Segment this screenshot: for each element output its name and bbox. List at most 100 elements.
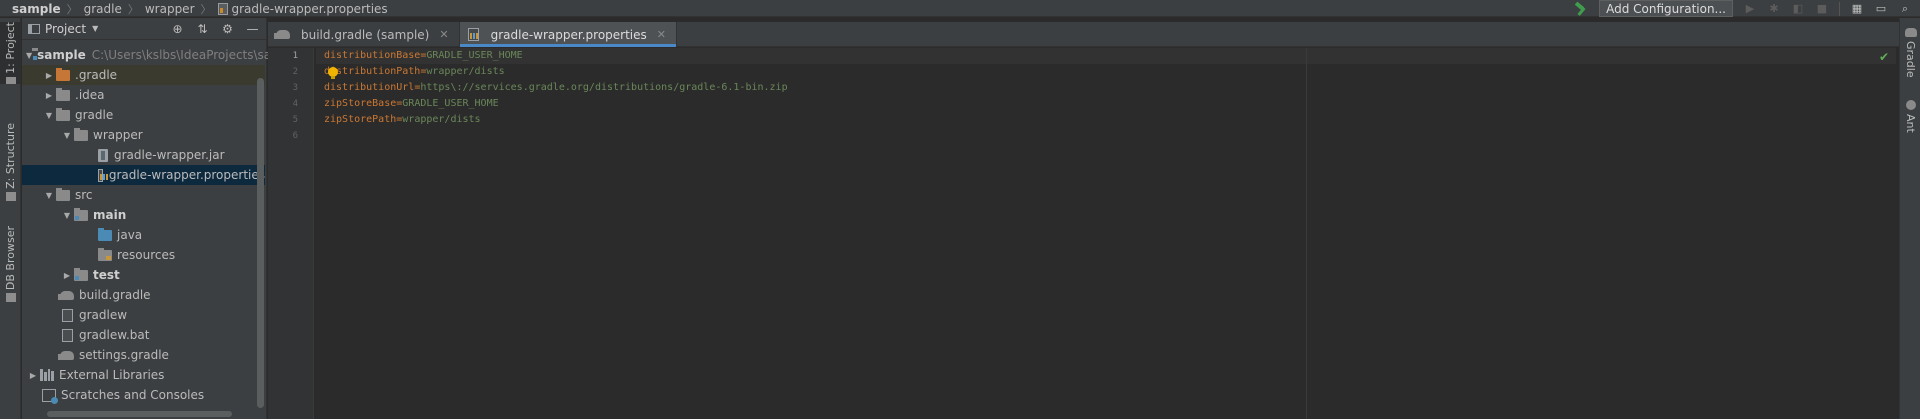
add-configuration-button[interactable]: Add Configuration... [1599,0,1733,17]
tree-node-test[interactable]: ▶ test [22,265,265,285]
breadcrumb: sample 〉 gradle 〉 wrapper 〉 gradle-wrapp… [12,0,388,17]
tool-tab-project[interactable]: 1: Project [0,22,21,84]
code-editor[interactable]: 1 2 3 4 5 6 distributionBase=GRADLE_USER… [268,48,1899,419]
project-view-selector[interactable]: Project [45,22,86,36]
code-line[interactable]: zipStoreBase=GRADLE_USER_HOME [316,96,1896,112]
project-tree: ▼ sample C:\Users\kslbs\IdeaProjects\sam… [22,45,301,405]
tree-node-external-libraries[interactable]: ▶ External Libraries [22,365,265,385]
editor-tab-bar: build.gradle (sample) ✕ gradle-wrapper.p… [268,22,1899,47]
expand-arrow-icon[interactable]: ▼ [60,211,74,220]
tree-node-sample[interactable]: ▼ sample C:\Users\kslbs\IdeaProjects\sam… [22,45,301,65]
properties-file-icon [217,2,228,15]
collapsed-arrow-icon[interactable]: ▶ [26,371,40,380]
tree-node-gradle-wrapper-jar[interactable]: gradle-wrapper.jar [22,145,265,165]
horizontal-scrollbar[interactable] [47,411,232,417]
breadcrumb-item-file[interactable]: gradle-wrapper.properties [217,2,388,16]
tool-tab-label: 1: Project [4,22,17,74]
db-icon [5,293,16,303]
breadcrumb-separator-icon: 〉 [200,2,212,16]
code-line[interactable]: distributionBase=GRADLE_USER_HOME [316,48,1896,64]
search-everywhere-icon[interactable]: ⌕ [1898,2,1912,16]
tab-gradle-wrapper-properties[interactable]: gradle-wrapper.properties ✕ [459,22,677,47]
tree-node-main[interactable]: ▼ main [22,205,265,225]
tool-tab-ant[interactable]: Ant [1900,100,1920,133]
inspection-ok-check-icon[interactable]: ✔ [1879,50,1889,64]
project-panel-header: Project ▼ ⊕ ⇅ ⚙ — [22,18,266,40]
tree-node-settings-gradle[interactable]: settings.gradle [22,345,265,365]
ant-icon [1905,100,1916,110]
breadcrumb-label: sample [12,1,61,16]
line-number: 2 [292,67,298,77]
file-icon [62,308,73,322]
tree-node-label: build.gradle [79,288,151,302]
tree-node-dot-idea[interactable]: ▶ .idea [22,85,265,105]
breadcrumb-item-sample[interactable]: sample [12,2,61,16]
settings-gear-icon[interactable]: ⚙ [220,21,235,36]
close-icon[interactable]: ✕ [439,28,448,41]
collapsed-arrow-icon[interactable]: ▶ [42,71,56,80]
tree-node-java[interactable]: java [22,225,265,245]
tree-node-wrapper[interactable]: ▼ wrapper [22,125,265,145]
debug-icon[interactable]: ✱ [1767,2,1781,16]
tool-tab-structure[interactable]: Z: Structure [0,114,21,210]
expand-arrow-icon[interactable]: ▼ [26,51,32,60]
close-icon[interactable]: ✕ [657,28,666,41]
chevron-down-icon[interactable]: ▼ [92,24,98,33]
breadcrumb-item-gradle[interactable]: gradle [84,2,122,16]
tree-node-build-gradle[interactable]: build.gradle [22,285,265,305]
code-line[interactable]: zipStorePath=wrapper/dists [316,112,1896,128]
build-hammer-icon[interactable] [1573,2,1589,16]
tree-node-label: settings.gradle [79,348,169,362]
tree-node-src[interactable]: ▼ src [22,185,265,205]
tree-node-gradlew-bat[interactable]: gradlew.bat [22,325,265,345]
expand-arrow-icon[interactable]: ▼ [42,111,56,120]
code-line[interactable] [316,128,1896,144]
tree-node-label: gradle-wrapper.jar [114,148,225,162]
libraries-icon [40,369,54,381]
stop-icon[interactable]: ■ [1815,2,1829,16]
sdk-icon[interactable]: ▭ [1874,2,1888,16]
intention-bulb-icon[interactable] [327,67,339,80]
collapsed-arrow-icon[interactable]: ▶ [60,271,74,280]
tree-node-label: resources [117,248,176,262]
project-structure-icon[interactable]: ▦ [1850,2,1864,16]
breadcrumb-item-wrapper[interactable]: wrapper [145,2,195,16]
tree-node-scratches[interactable]: Scratches and Consoles [22,385,265,405]
hide-icon[interactable]: — [245,21,260,36]
code-line[interactable]: distributionPath=wrapper/dists [316,64,1896,80]
folder-icon [56,107,70,121]
tool-tab-label: Gradle [1904,41,1917,78]
tool-tab-gradle[interactable]: Gradle [1900,28,1920,78]
line-number: 4 [292,99,298,109]
collapsed-arrow-icon[interactable]: ▶ [42,91,56,100]
line-number-gutter: 1 2 3 4 5 6 [268,48,314,419]
structure-icon [5,191,16,201]
locate-icon[interactable]: ⊕ [170,21,185,36]
property-key: distributionBase [324,50,421,61]
tree-node-gradle-wrapper-properties[interactable]: gradle-wrapper.properties [22,165,265,185]
project-icon [5,76,16,84]
tree-node-label: test [93,268,120,282]
collapse-all-icon[interactable]: ⇅ [195,21,210,36]
run-icon[interactable]: ▶ [1743,2,1757,16]
tree-node-resources[interactable]: resources [22,245,265,265]
tree-node-dot-gradle[interactable]: ▶ .gradle [22,65,265,85]
property-value: wrapper/dists [426,66,505,77]
property-key: zipStorePath [324,114,397,125]
tree-node-label: wrapper [93,128,143,142]
coverage-icon[interactable]: ◧ [1791,2,1805,16]
properties-file-icon [98,168,103,182]
tool-tab-db-browser[interactable]: DB Browser [0,218,21,310]
tree-node-label: gradle [75,108,114,122]
tab-build-gradle[interactable]: build.gradle (sample) ✕ [268,22,460,47]
vertical-scrollbar[interactable] [257,78,264,408]
tree-node-gradle[interactable]: ▼ gradle [22,105,265,125]
tool-tab-label: Ant [1904,114,1917,133]
code-line[interactable]: distributionUrl=https\://services.gradle… [316,80,1896,96]
expand-arrow-icon[interactable]: ▼ [60,131,74,140]
gradle-icon [58,350,74,360]
tree-node-gradlew[interactable]: gradlew [22,305,265,325]
navigation-bar: sample 〉 gradle 〉 wrapper 〉 gradle-wrapp… [0,0,1920,17]
expand-arrow-icon[interactable]: ▼ [42,191,56,200]
source-root-folder-icon [98,227,112,241]
